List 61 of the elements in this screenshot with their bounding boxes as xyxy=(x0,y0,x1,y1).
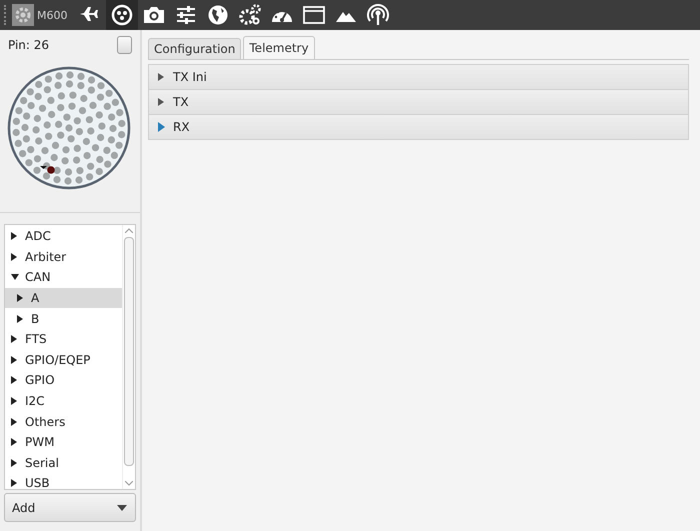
tree-item[interactable]: FTS xyxy=(5,328,122,350)
gears-icon[interactable] xyxy=(238,3,262,27)
window-icon[interactable] xyxy=(302,3,326,27)
tree-item[interactable]: Serial xyxy=(5,452,122,474)
tree-item[interactable]: B xyxy=(5,308,122,329)
tree-item-label: Serial xyxy=(25,456,59,470)
tab[interactable]: Configuration xyxy=(148,38,242,59)
collapsed-arrow-icon[interactable] xyxy=(11,252,17,261)
tree-item[interactable]: ADC xyxy=(5,226,122,247)
pin-label: Pin: 26 xyxy=(8,38,50,52)
scrollbar[interactable] xyxy=(122,225,135,489)
globe-icon[interactable] xyxy=(206,3,230,27)
tree-item-label: B xyxy=(31,312,40,326)
collapsed-arrow-icon[interactable] xyxy=(11,479,17,488)
connector-icon[interactable] xyxy=(110,3,134,27)
tree-item-label: I2C xyxy=(25,394,45,408)
add-dropdown[interactable]: Add xyxy=(4,493,136,522)
tree-item-label: A xyxy=(31,291,40,306)
section-header[interactable]: TX xyxy=(148,89,689,114)
section-title: RX xyxy=(173,120,190,134)
tree-item-label: GPIO/EQEP xyxy=(25,352,90,367)
tree-item[interactable]: Others xyxy=(5,411,122,432)
tab[interactable]: Telemetry xyxy=(243,36,315,59)
tree-item-label: Arbiter xyxy=(25,250,66,264)
antenna-icon[interactable] xyxy=(366,3,390,27)
tree-item-label: Others xyxy=(25,414,66,429)
section-header[interactable]: RX xyxy=(148,114,689,140)
collapsed-arrow-icon[interactable] xyxy=(11,376,17,384)
scroll-up-icon[interactable] xyxy=(125,228,133,233)
caret-icon xyxy=(117,504,127,510)
section-title: TX Ini xyxy=(173,70,207,84)
tree-item[interactable]: GPIO/EQEP xyxy=(5,350,122,370)
collapsed-arrow-icon[interactable] xyxy=(11,458,17,467)
device-label: M600 xyxy=(37,8,68,22)
section-header[interactable]: TX Ini xyxy=(148,64,689,89)
tree-item[interactable]: Arbiter xyxy=(5,246,122,268)
collapsed-arrow-icon[interactable] xyxy=(11,418,17,426)
collapsed-arrow-icon[interactable] xyxy=(17,314,23,323)
tree-item-label: GPIO xyxy=(25,373,55,388)
scroll-down-icon[interactable] xyxy=(125,481,133,486)
tree-item[interactable]: CAN xyxy=(5,267,122,288)
tree-item[interactable]: GPIO xyxy=(5,370,122,391)
tree-item-label: USB xyxy=(25,476,50,490)
tree-item[interactable]: PWM xyxy=(5,432,122,453)
tree-item[interactable]: USB xyxy=(5,473,122,494)
tree-item-label: PWM xyxy=(25,435,54,450)
tree-item[interactable]: I2C xyxy=(5,390,122,412)
collapsed-arrow-icon[interactable] xyxy=(11,335,17,344)
tree-item-label: CAN xyxy=(25,270,51,284)
tree-item-label: FTS xyxy=(25,332,47,346)
tree-item-label: ADC xyxy=(25,229,51,244)
collapsed-arrow-icon[interactable] xyxy=(11,438,17,446)
checkbox[interactable] xyxy=(117,36,132,54)
collapsed-arrow-icon[interactable] xyxy=(17,294,23,302)
tree-item[interactable]: A xyxy=(5,288,122,308)
section-title: TX xyxy=(173,95,189,109)
collapsed-arrow-icon[interactable] xyxy=(11,232,17,240)
expanded-arrow-icon[interactable] xyxy=(11,274,19,280)
collapsed-arrow-icon[interactable] xyxy=(11,397,17,406)
grip-icon xyxy=(4,5,9,25)
collapsed-arrow-icon[interactable] xyxy=(11,356,17,364)
